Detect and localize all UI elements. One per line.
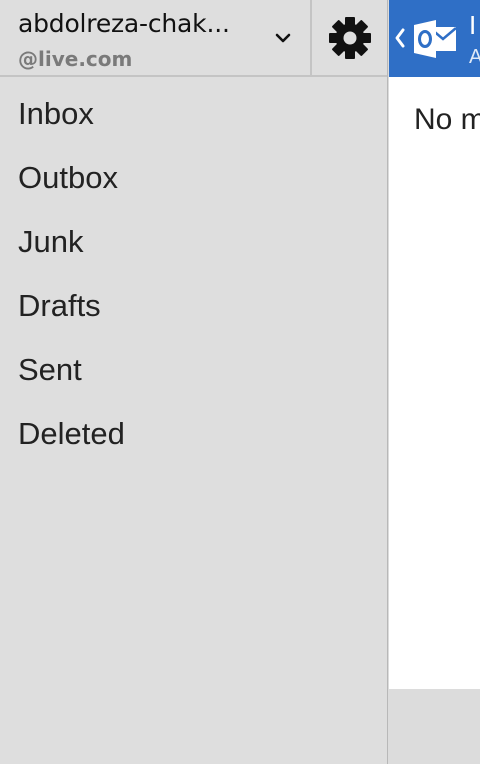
folder-deleted[interactable]: Deleted	[0, 402, 387, 466]
outlook-logo-icon	[414, 20, 457, 58]
message-list: No m	[389, 77, 480, 689]
folder-list: Inbox Outbox Junk Drafts Sent Deleted	[0, 82, 387, 466]
folder-inbox[interactable]: Inbox	[0, 82, 387, 146]
mail-app: abdolreza-chak... @live.com Inbox Outbox…	[0, 0, 480, 764]
chevron-down-icon[interactable]	[273, 28, 293, 48]
account-name: abdolreza-chak...	[18, 9, 230, 38]
app-bar	[389, 689, 480, 764]
settings-button[interactable]	[312, 0, 387, 75]
message-pane-title: I	[469, 10, 477, 40]
gear-icon	[328, 16, 371, 59]
account-header: abdolreza-chak... @live.com	[0, 0, 387, 77]
message-pane-subtitle: A	[469, 46, 480, 68]
folder-junk[interactable]: Junk	[0, 210, 387, 274]
empty-state-text: No m	[414, 103, 480, 136]
message-pane: I A No m	[389, 0, 480, 764]
folder-outbox[interactable]: Outbox	[0, 146, 387, 210]
chevron-left-icon[interactable]	[394, 27, 406, 49]
folder-pane: abdolreza-chak... @live.com Inbox Outbox…	[0, 0, 388, 764]
message-pane-titlebar: I A	[389, 0, 480, 77]
folder-sent[interactable]: Sent	[0, 338, 387, 402]
account-switcher[interactable]: abdolreza-chak... @live.com	[0, 0, 310, 75]
account-domain: @live.com	[18, 47, 133, 71]
folder-drafts[interactable]: Drafts	[0, 274, 387, 338]
